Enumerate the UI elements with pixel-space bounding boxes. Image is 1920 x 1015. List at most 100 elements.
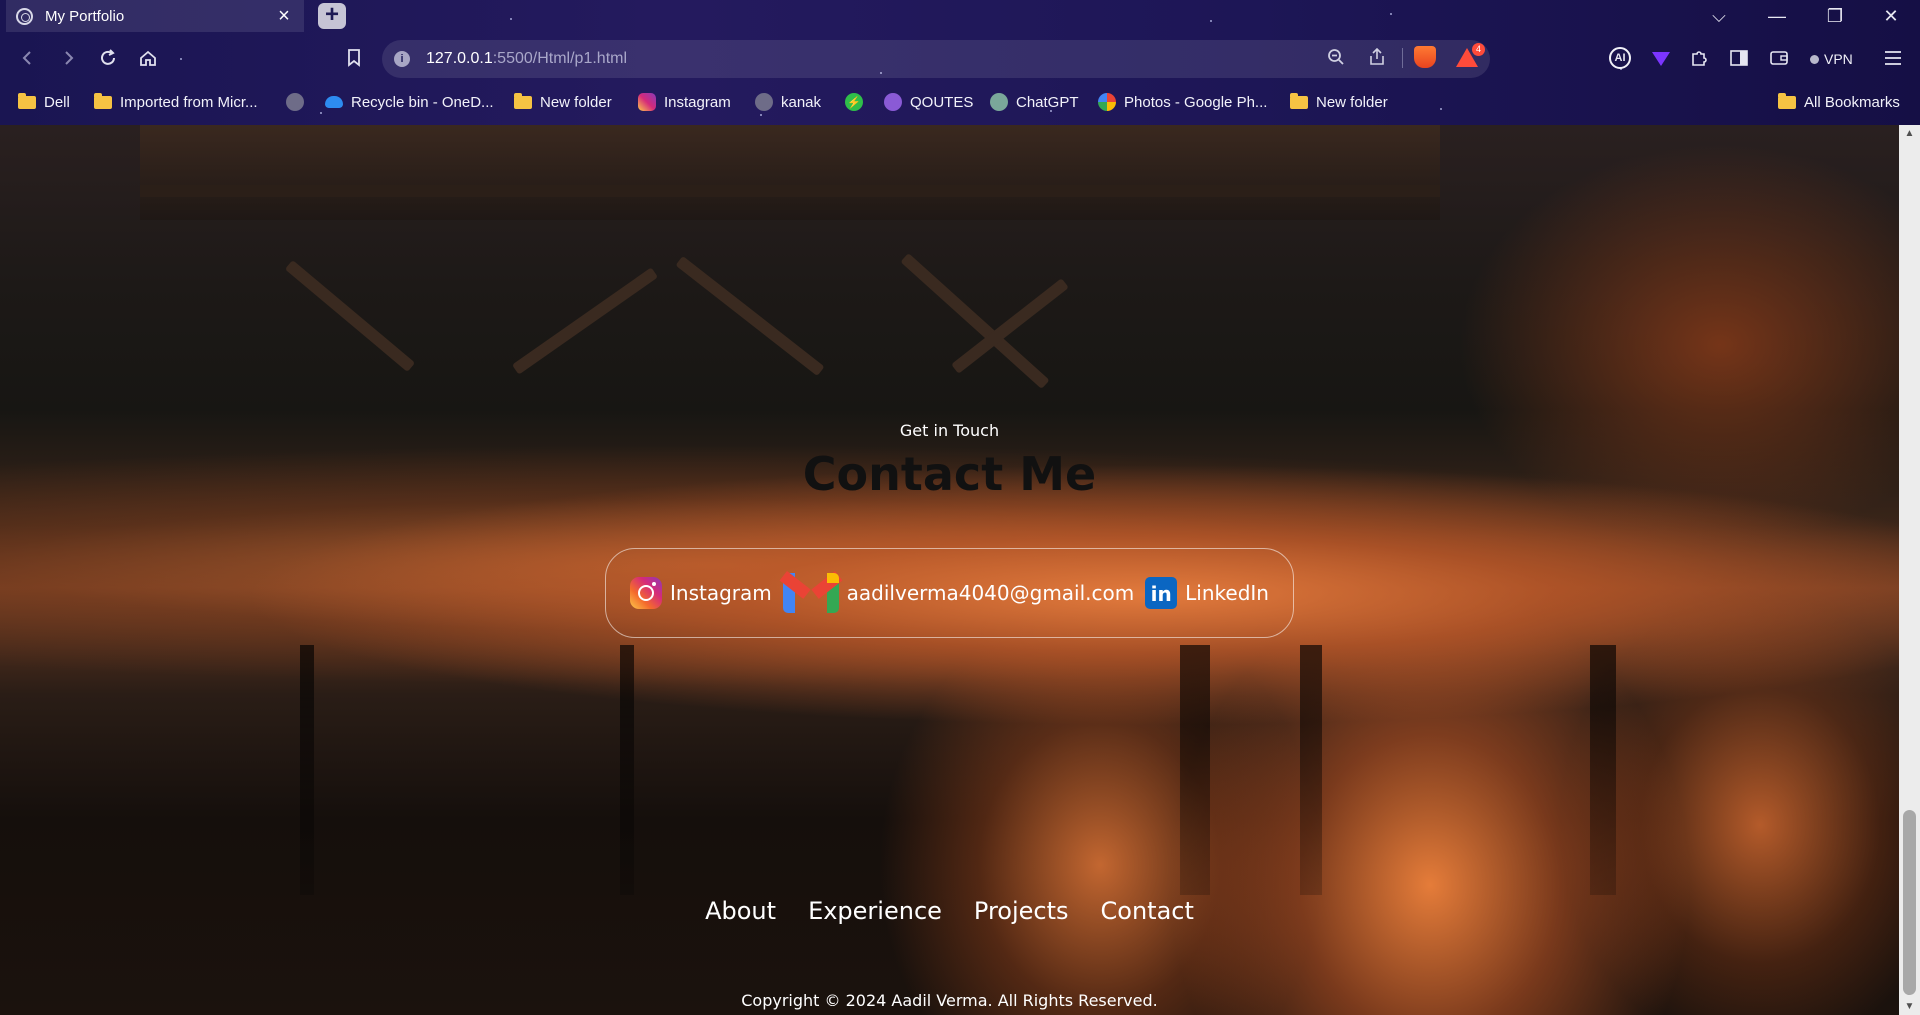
footer-link-about[interactable]: About	[705, 897, 776, 925]
hamburger-icon	[1885, 51, 1901, 65]
bookmark-kanak[interactable]: kanak	[755, 89, 821, 115]
home-icon	[140, 50, 156, 66]
bookmark-icon	[348, 49, 360, 67]
background-photo-beam	[675, 255, 825, 377]
home-button[interactable]	[132, 42, 164, 74]
contact-subtitle: Get in Touch	[899, 421, 1000, 440]
restore-button[interactable]: ❐	[1806, 0, 1864, 32]
linkedin-label: LinkedIn	[1185, 581, 1269, 605]
bookmark-new-folder-2[interactable]: New folder	[1290, 89, 1388, 115]
background-photo-reflection	[620, 645, 634, 895]
share-icon	[1370, 48, 1384, 65]
wallet-button[interactable]	[1766, 45, 1792, 71]
tab-title: My Portfolio	[45, 7, 125, 25]
url-path: :5500/Html/p1.html	[492, 50, 628, 67]
extensions-button[interactable]	[1686, 45, 1712, 71]
copyright-text: Copyright © 2024 Aadil Verma. All Rights…	[741, 991, 1158, 1010]
footer-link-contact[interactable]: Contact	[1101, 897, 1194, 925]
reload-button[interactable]	[92, 42, 124, 74]
email-link[interactable]: aadilverma4040@gmail.com	[779, 571, 1135, 613]
background-photo-reflection	[1300, 645, 1322, 895]
vpn-button[interactable]: VPN	[1810, 47, 1853, 71]
footer-nav: About Experience Projects Contact	[0, 897, 1899, 925]
puzzle-icon	[1692, 51, 1707, 66]
globe-icon	[286, 93, 304, 111]
scroll-up-arrow-icon[interactable]: ▲	[1899, 125, 1920, 142]
vertical-scrollbar[interactable]: ▲ ▼	[1899, 125, 1920, 1015]
tab-my-portfolio[interactable]: My Portfolio ×	[6, 0, 304, 32]
zoom-out-icon	[1328, 49, 1344, 65]
zoom-button[interactable]	[1323, 44, 1349, 70]
tab-search-button[interactable]: ⌵	[1690, 0, 1748, 32]
bolt-icon: ⚡	[845, 93, 863, 111]
folder-icon	[514, 92, 532, 109]
bookmark-recycle-bin[interactable]: Recycle bin - OneD...	[325, 89, 494, 115]
linkedin-link[interactable]: in LinkedIn	[1145, 577, 1269, 609]
scrollbar-thumb[interactable]	[1903, 810, 1916, 995]
contact-title: Contact Me	[802, 447, 1097, 501]
toolbar: i 127.0.0.1:5500/Html/p1.html 4 AI VPN	[0, 38, 1920, 80]
bookmark-new-folder[interactable]: New folder	[514, 89, 612, 115]
bookmark-label: QOUTES	[910, 93, 974, 111]
footer-link-experience[interactable]: Experience	[808, 897, 942, 925]
email-label: aadilverma4040@gmail.com	[846, 581, 1135, 605]
bookmark-globe[interactable]	[286, 89, 304, 115]
folder-icon	[1290, 92, 1308, 109]
gmail-icon	[779, 571, 843, 613]
back-button[interactable]	[12, 42, 44, 74]
globe-icon	[16, 7, 33, 25]
brave-shields-icon[interactable]	[1414, 46, 1436, 68]
bookmark-bolt[interactable]: ⚡	[845, 89, 863, 115]
folder-icon	[18, 92, 36, 109]
bookmark-instagram[interactable]: Instagram	[638, 89, 731, 115]
new-tab-button[interactable]: +	[318, 3, 346, 29]
tab-strip: My Portfolio × + ⌵ — ❐ ✕	[0, 0, 1920, 32]
background-photo-beam	[511, 267, 659, 375]
chatgpt-icon	[990, 93, 1008, 111]
background-photo-rail	[140, 185, 1440, 197]
ai-extension-icon[interactable]: AI	[1609, 47, 1631, 69]
vpn-status-icon	[1810, 54, 1819, 64]
background-photo-pier	[140, 125, 1440, 220]
vpn-label: VPN	[1824, 51, 1853, 67]
onedrive-icon	[325, 96, 343, 108]
footer-link-projects[interactable]: Projects	[974, 897, 1069, 925]
bookmark-qoutes[interactable]: QOUTES	[884, 89, 973, 115]
site-info-icon[interactable]: i	[394, 51, 410, 67]
bookmark-page-button[interactable]	[338, 42, 370, 74]
background-photo-beam	[900, 252, 1050, 390]
bookmark-label: Imported from Micr...	[120, 93, 258, 111]
bookmark-label: kanak	[781, 93, 822, 111]
minimize-button[interactable]: —	[1748, 0, 1806, 32]
url-host: 127.0.0.1	[426, 50, 493, 67]
all-bookmarks[interactable]: All Bookmarks	[1778, 89, 1900, 115]
back-icon	[22, 51, 31, 65]
forward-button[interactable]	[52, 42, 84, 74]
contact-info-container: Instagram aadilverma4040@gmail.com in Li…	[605, 548, 1294, 638]
bookmark-label: Instagram	[664, 93, 731, 111]
folder-icon	[1778, 92, 1796, 109]
tab-close-button[interactable]: ×	[274, 5, 294, 28]
scroll-down-arrow-icon[interactable]: ▼	[1899, 998, 1920, 1015]
bookmark-imported[interactable]: Imported from Micr...	[94, 89, 258, 115]
toolbar-separator	[1402, 48, 1403, 68]
pinwheel-icon	[1098, 93, 1116, 111]
gem-extension-icon[interactable]	[1652, 52, 1670, 66]
wallet-icon	[1770, 51, 1788, 65]
folder-icon	[94, 92, 112, 109]
instagram-icon	[638, 93, 656, 111]
background-photo-reflection	[1590, 645, 1616, 895]
bookmark-google-photos[interactable]: Photos - Google Ph...	[1098, 89, 1267, 115]
close-window-button[interactable]: ✕	[1862, 0, 1920, 32]
sidebar-button[interactable]	[1726, 45, 1752, 71]
bookmark-chatgpt[interactable]: ChatGPT	[990, 89, 1079, 115]
instagram-link[interactable]: Instagram	[630, 577, 772, 609]
share-button[interactable]	[1364, 44, 1390, 70]
bookmark-label: Recycle bin - OneD...	[351, 93, 494, 111]
instagram-icon	[630, 577, 662, 609]
menu-button[interactable]	[1880, 45, 1906, 71]
bookmark-dell[interactable]: Dell	[18, 89, 70, 115]
forward-icon	[65, 51, 74, 65]
globe-icon	[755, 93, 773, 111]
bookmark-label: New folder	[1316, 93, 1388, 111]
